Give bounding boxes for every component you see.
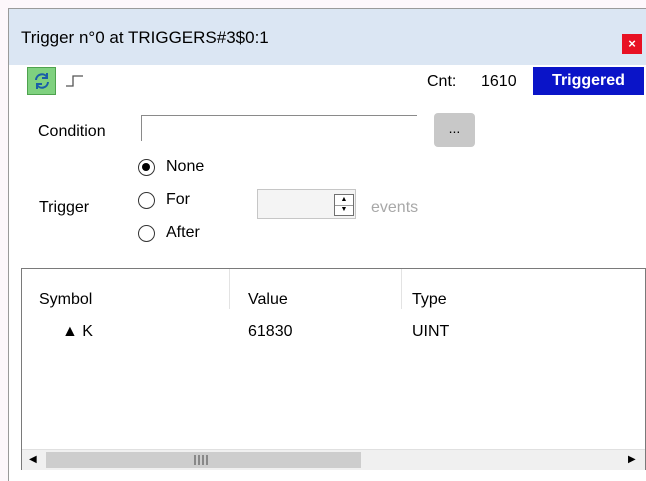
count-label: Cnt: bbox=[427, 73, 457, 90]
stepper-down-icon[interactable]: ▼ bbox=[335, 205, 353, 215]
refresh-icon bbox=[34, 73, 49, 89]
refresh-button[interactable] bbox=[27, 67, 56, 95]
radio-none[interactable] bbox=[138, 159, 155, 176]
grip-icon bbox=[194, 455, 208, 465]
title-bar: Trigger n°0 at TRIGGERS#3$0:1 × bbox=[9, 9, 646, 65]
condition-input[interactable] bbox=[141, 115, 417, 141]
condition-label: Condition bbox=[38, 123, 106, 140]
column-divider[interactable] bbox=[229, 269, 230, 309]
radio-none-label[interactable]: None bbox=[166, 158, 204, 176]
event-count-stepper[interactable]: ▲ ▼ bbox=[334, 194, 354, 216]
close-button[interactable]: × bbox=[622, 34, 642, 54]
browse-condition-button[interactable]: ... bbox=[434, 113, 475, 147]
symbol-table: Symbol Value Type ▲ K 61830 UINT ◀ ▶ bbox=[21, 268, 646, 470]
radio-after[interactable] bbox=[138, 225, 155, 242]
column-header-value[interactable]: Value bbox=[248, 291, 288, 309]
scroll-right-icon[interactable]: ▶ bbox=[628, 454, 636, 465]
events-unit-label: events bbox=[371, 199, 419, 216]
scroll-left-icon[interactable]: ◀ bbox=[29, 454, 37, 465]
row-symbol[interactable]: ▲ K bbox=[62, 323, 93, 341]
radio-for-label[interactable]: For bbox=[166, 191, 190, 209]
trigger-label: Trigger bbox=[39, 199, 90, 216]
window-title: Trigger n°0 at TRIGGERS#3$0:1 bbox=[21, 28, 269, 47]
row-value[interactable]: 61830 bbox=[248, 323, 293, 341]
rising-edge-icon[interactable] bbox=[66, 75, 84, 87]
column-divider[interactable] bbox=[401, 269, 402, 309]
radio-after-label[interactable]: After bbox=[166, 224, 200, 242]
row-type[interactable]: UINT bbox=[412, 323, 449, 341]
count-value: 1610 bbox=[481, 73, 517, 90]
column-header-symbol[interactable]: Symbol bbox=[39, 291, 92, 309]
horizontal-scrollbar[interactable]: ◀ ▶ bbox=[22, 449, 645, 470]
column-header-type[interactable]: Type bbox=[412, 291, 447, 309]
radio-for[interactable] bbox=[138, 192, 155, 209]
radio-selected-dot bbox=[142, 163, 150, 171]
scrollbar-thumb[interactable] bbox=[46, 452, 361, 468]
trigger-dialog: Trigger n°0 at TRIGGERS#3$0:1 × Cnt: 161… bbox=[8, 8, 646, 481]
toolbar: Cnt: 1610 Triggered bbox=[9, 65, 646, 98]
status-badge: Triggered bbox=[533, 67, 644, 95]
